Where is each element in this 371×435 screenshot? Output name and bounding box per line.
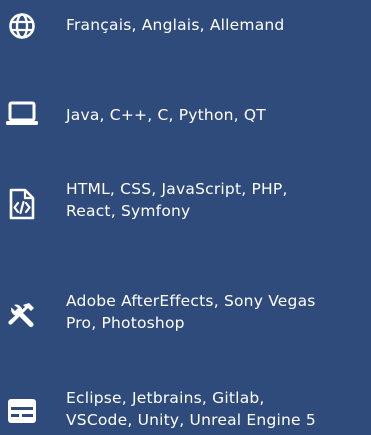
skill-tools-text: Eclipse, Jetbrains, Gitlab, VSCode, Unit… [66, 389, 316, 429]
globe-icon [4, 8, 40, 44]
skill-programming-text: Java, C++, C, Python, QT [66, 106, 266, 124]
skill-multimedia-text: Adobe AfterEffects, Sony Vegas Pro, Phot… [66, 292, 316, 332]
skills-panel: { "items": [ { "icon": "globe-icon", "te… [0, 0, 371, 435]
laptop-icon [4, 96, 40, 132]
tools-icon [4, 298, 40, 334]
code-file-icon [4, 186, 40, 222]
window-icon [4, 393, 40, 429]
skill-languages-text: Français, Anglais, Allemand [66, 16, 285, 34]
skill-web-text: HTML, CSS, JavaScript, PHP, React, Symfo… [66, 180, 288, 220]
